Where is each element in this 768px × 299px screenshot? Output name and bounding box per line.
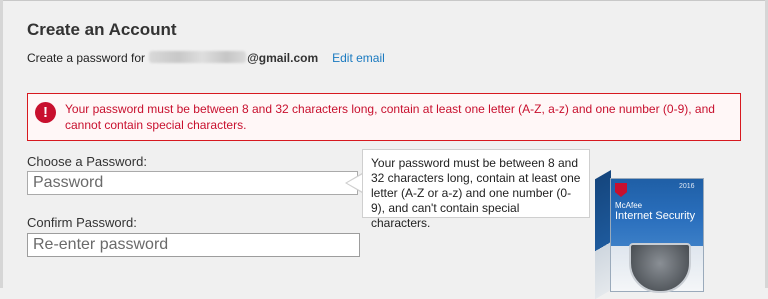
redacted-email bbox=[149, 51, 247, 63]
error-message: Your password must be between 8 and 32 c… bbox=[65, 102, 715, 132]
password-prompt-line: Create a password for @gmail.com Edit emai… bbox=[27, 51, 385, 65]
password-prompt-text: Create a password for bbox=[27, 51, 146, 65]
page-title: Create an Account bbox=[27, 20, 177, 39]
password-hint-tooltip: Your password must be between 8 and 32 c… bbox=[362, 149, 590, 230]
edit-email-link[interactable]: Edit email bbox=[332, 51, 385, 65]
product-box-side bbox=[595, 170, 611, 299]
confirm-password-input[interactable] bbox=[27, 233, 360, 257]
exclamation-icon: ! bbox=[35, 102, 56, 123]
product-year: 2016 bbox=[679, 183, 695, 190]
tooltip-arrow-fill bbox=[347, 174, 363, 192]
product-box-image: 2016 McAfee Internet Security bbox=[590, 160, 720, 299]
product-shield-graphic bbox=[629, 243, 691, 293]
email-domain: @gmail.com bbox=[247, 51, 319, 65]
confirm-password-label: Confirm Password: bbox=[27, 215, 137, 230]
left-border bbox=[0, 0, 3, 288]
product-box-front: 2016 McAfee Internet Security bbox=[610, 178, 704, 293]
product-name: Internet Security bbox=[615, 210, 696, 222]
error-banner: ! Your password must be between 8 and 32… bbox=[27, 93, 741, 141]
password-input[interactable] bbox=[27, 171, 358, 195]
product-brand: McAfee bbox=[615, 201, 643, 210]
password-label: Choose a Password: bbox=[27, 154, 147, 169]
mcafee-shield-icon bbox=[615, 183, 627, 197]
